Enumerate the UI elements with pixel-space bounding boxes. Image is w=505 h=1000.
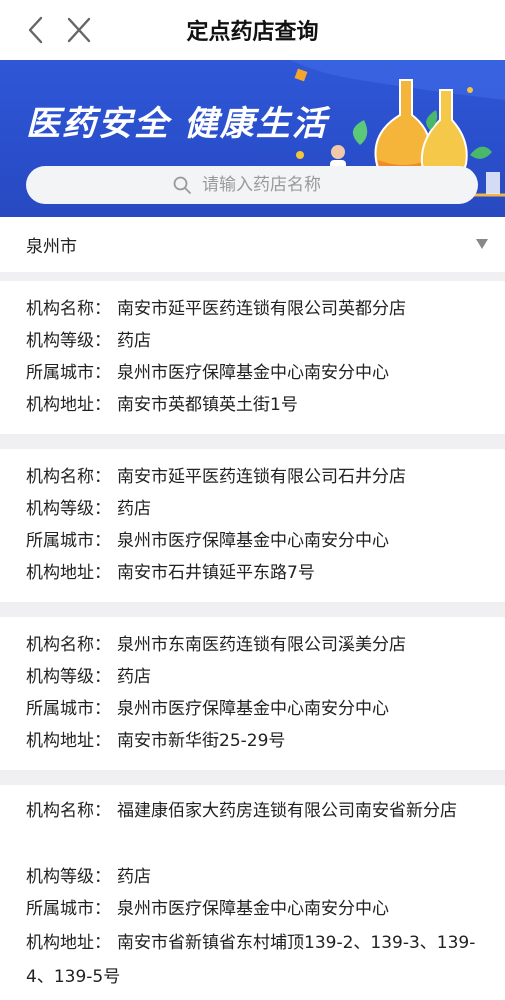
pharmacy-name: 南安市延平医药连锁有限公司英都分店 [117, 299, 406, 319]
field-label: 机构地址： [26, 563, 111, 583]
pharmacy-city-row: 所属城市： 泉州市医疗保障基金中心南安分中心 [26, 893, 389, 925]
pharmacy-address: 南安市石井镇延平东路7号 [117, 563, 315, 583]
pharmacy-address-row: 机构地址： 南安市新华街25-29号 [26, 725, 285, 757]
search-input[interactable] [202, 166, 462, 204]
pharmacy-level-row: 机构等级： 药店 [26, 661, 151, 693]
pharmacy-level-row: 机构等级： 药店 [26, 493, 151, 525]
pharmacy-name-row: 机构名称： 泉州市东南医药连锁有限公司溪美分店 [26, 629, 406, 661]
pharmacy-level-row: 机构等级： 药店 [26, 861, 151, 893]
city-selector[interactable]: 泉州市 [0, 217, 505, 272]
search-box[interactable] [26, 166, 478, 204]
pharmacy-city-row: 所属城市： 泉州市医疗保障基金中心南安分中心 [26, 525, 389, 557]
field-label: 机构等级： [26, 667, 111, 687]
pharmacy-name: 泉州市东南医药连锁有限公司溪美分店 [117, 635, 406, 655]
section-divider [0, 770, 505, 785]
field-label: 机构地址： [26, 395, 111, 415]
pharmacy-address-row: 机构地址： 南安市英都镇英土街1号 [26, 389, 298, 421]
pharmacy-address-row: 机构地址： 南安市石井镇延平东路7号 [26, 557, 315, 589]
field-label: 机构名称： [26, 801, 111, 821]
field-label: 机构地址： [26, 933, 111, 953]
field-label: 机构等级： [26, 867, 111, 887]
section-divider [0, 602, 505, 617]
field-label: 所属城市： [26, 531, 111, 551]
field-label: 机构等级： [26, 499, 111, 519]
city-selected-value: 泉州市 [26, 237, 77, 257]
pharmacy-level: 药店 [117, 867, 151, 887]
pharmacy-name: 福建康佰家大药房连锁有限公司南安省新分店 [117, 801, 457, 821]
pharmacy-city-row: 所属城市： 泉州市医疗保障基金中心南安分中心 [26, 693, 389, 725]
pharmacy-name-row: 机构名称： 福建康佰家大药房连锁有限公司南安省新分店 [26, 794, 481, 828]
dropdown-arrow-icon [476, 239, 488, 249]
pharmacy-level: 药店 [117, 331, 151, 351]
field-label: 所属城市： [26, 363, 111, 383]
field-label: 机构地址： [26, 731, 111, 751]
pharmacy-card[interactable]: 机构名称： 南安市延平医药连锁有限公司英都分店 机构等级： 药店 所属城市： 泉州市医… [0, 281, 505, 434]
pharmacy-name-row: 机构名称： 南安市延平医药连锁有限公司英都分店 [26, 293, 406, 325]
search-icon [173, 176, 191, 194]
pharmacy-name-row: 机构名称： 南安市延平医药连锁有限公司石井分店 [26, 461, 406, 493]
pharmacy-card[interactable]: 机构名称： 南安市延平医药连锁有限公司石井分店 机构等级： 药店 所属城市： 泉州市医… [0, 449, 505, 602]
field-label: 所属城市： [26, 899, 111, 919]
pharmacy-city: 泉州市医疗保障基金中心南安分中心 [117, 363, 389, 383]
field-label: 机构名称： [26, 635, 111, 655]
pharmacy-level: 药店 [117, 667, 151, 687]
pharmacy-card[interactable]: 机构名称： 泉州市东南医药连锁有限公司溪美分店 机构等级： 药店 所属城市： 泉州市医… [0, 617, 505, 770]
pharmacy-level-row: 机构等级： 药店 [26, 325, 151, 357]
field-label: 机构名称： [26, 467, 111, 487]
pharmacy-city-row: 所属城市： 泉州市医疗保障基金中心南安分中心 [26, 357, 389, 389]
page-title: 定点药店查询 [186, 20, 319, 45]
pharmacy-city: 泉州市医疗保障基金中心南安分中心 [117, 531, 389, 551]
field-label: 机构名称： [26, 299, 111, 319]
pharmacy-card[interactable]: 机构名称： 福建康佰家大药房连锁有限公司南安省新分店 机构等级： 药店 所属城市： 泉… [0, 785, 505, 1000]
pharmacy-address: 南安市新华街25-29号 [117, 731, 286, 751]
pharmacy-city: 泉州市医疗保障基金中心南安分中心 [117, 899, 389, 919]
field-label: 机构等级： [26, 331, 111, 351]
section-divider [0, 434, 505, 449]
pharmacy-city: 泉州市医疗保障基金中心南安分中心 [117, 699, 389, 719]
section-divider [0, 272, 505, 281]
pharmacy-address: 南安市英都镇英土街1号 [117, 395, 298, 415]
banner: 医药安全 健康生活 [0, 60, 505, 217]
pharmacy-name: 南安市延平医药连锁有限公司石井分店 [117, 467, 406, 487]
pharmacy-level: 药店 [117, 499, 151, 519]
field-label: 所属城市： [26, 699, 111, 719]
banner-slogan: 医药安全 健康生活 [26, 104, 328, 144]
top-bar: 定点药店查询 [0, 0, 505, 60]
pharmacy-address-row: 机构地址： 南安市省新镇省东村埔顶139-2、139-3、139-4、139-5号 [26, 926, 481, 994]
